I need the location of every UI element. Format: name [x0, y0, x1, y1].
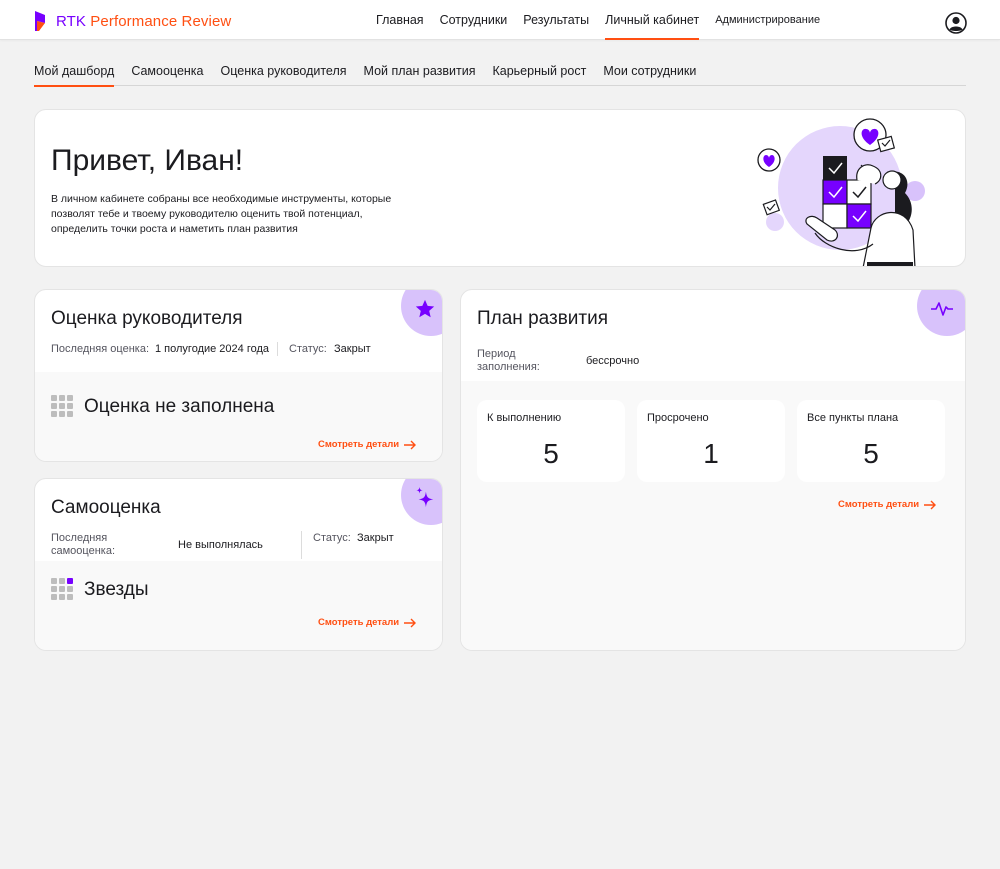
divider — [301, 531, 302, 559]
stat-label: Все пункты плана — [807, 412, 899, 424]
tab-career-growth[interactable]: Карьерный рост — [492, 56, 586, 86]
self-review-card: Самооценка Последняя самооценка: Не выпо… — [34, 478, 443, 651]
arrow-right-icon — [924, 500, 937, 509]
tab-manager-review[interactable]: Оценка руководителя — [221, 56, 347, 86]
stars-grid-icon — [51, 578, 73, 600]
arrow-right-icon — [404, 618, 417, 627]
welcome-card: Привет, Иван! В личном кабинете собраны … — [34, 109, 966, 267]
development-plan-details-link[interactable]: Смотреть детали — [838, 499, 937, 510]
top-navigation: Главная Сотрудники Результаты Личный каб… — [368, 0, 828, 40]
tab-my-dashboard[interactable]: Мой дашборд — [34, 56, 115, 87]
self-review-title: Самооценка — [51, 497, 161, 518]
sparkles-icon — [416, 487, 434, 508]
rating-grid-icon — [51, 395, 73, 417]
self-review-details-link[interactable]: Смотреть детали — [318, 617, 417, 628]
manager-review-badge — [401, 290, 442, 336]
nav-employees[interactable]: Сотрудники — [432, 0, 516, 40]
star-icon — [415, 299, 435, 318]
self-last-review-value: Не выполнялась — [178, 539, 263, 551]
rtk-logo-icon — [35, 11, 45, 31]
stat-label: К выполнению — [487, 412, 562, 424]
sub-tabs: Мой дашборд Самооценка Оценка руководите… — [34, 56, 966, 87]
nav-personal-account[interactable]: Личный кабинет — [597, 0, 707, 40]
development-plan-title: План развития — [477, 308, 609, 329]
divider — [277, 342, 278, 356]
nav-home[interactable]: Главная — [368, 0, 432, 40]
stat-all-items[interactable]: Все пункты плана 5 — [797, 400, 945, 482]
self-result-zone: Звезды Смотреть детали — [35, 561, 442, 650]
stat-value: 1 — [703, 438, 719, 469]
development-plan-badge — [917, 290, 965, 336]
top-header: RTK Performance Review Главная Сотрудник… — [0, 0, 1000, 40]
manager-review-title: Оценка руководителя — [51, 308, 243, 329]
user-profile-icon[interactable] — [945, 12, 967, 34]
nav-administration[interactable]: Администрирование — [707, 0, 828, 40]
tab-my-employees[interactable]: Мои сотрудники — [603, 56, 696, 86]
manager-review-card: Оценка руководителя Последняя оценка: 1 … — [34, 289, 443, 462]
tab-self-review[interactable]: Самооценка — [131, 56, 203, 86]
manager-review-result: Оценка не заполнена — [84, 396, 275, 417]
stat-label: Просрочено — [647, 412, 709, 424]
welcome-text: В личном кабинете собраны все необходимы… — [51, 193, 392, 235]
app-name: RTK Performance Review — [56, 12, 232, 30]
nav-results[interactable]: Результаты — [515, 0, 597, 40]
plan-period-value: бессрочно — [586, 355, 640, 367]
manager-status-label: Статус: — [289, 343, 327, 355]
manager-last-review-label: Последняя оценка: — [51, 343, 149, 355]
development-plan-card: План развития Период заполнения: бессроч… — [460, 289, 966, 651]
stat-overdue[interactable]: Просрочено 1 — [637, 400, 785, 482]
app-logo[interactable]: RTK Performance Review — [34, 10, 231, 32]
manager-review-details-link[interactable]: Смотреть детали — [318, 439, 417, 450]
manager-last-review-value: 1 полугодие 2024 года — [155, 343, 270, 355]
stat-value: 5 — [863, 438, 879, 469]
self-status-label: Статус: — [313, 532, 351, 544]
tab-development-plan[interactable]: Мой план развития — [364, 56, 476, 86]
self-status-value: Закрыт — [357, 532, 394, 544]
welcome-title: Привет, Иван! — [51, 144, 244, 177]
stat-to-do[interactable]: К выполнению 5 — [477, 400, 625, 482]
plan-period-label: Период заполнения: — [477, 348, 540, 373]
self-review-result: Звезды — [84, 579, 149, 600]
pulse-icon — [931, 302, 953, 316]
self-last-review-label: Последняя самооценка: — [51, 532, 116, 557]
stat-value: 5 — [543, 438, 559, 469]
manager-result-zone: Оценка не заполнена Смотреть детали — [35, 372, 442, 461]
self-review-badge — [401, 479, 442, 525]
manager-status-value: Закрыт — [334, 343, 371, 355]
checklist-illustration — [757, 118, 925, 266]
arrow-right-icon — [404, 440, 417, 449]
